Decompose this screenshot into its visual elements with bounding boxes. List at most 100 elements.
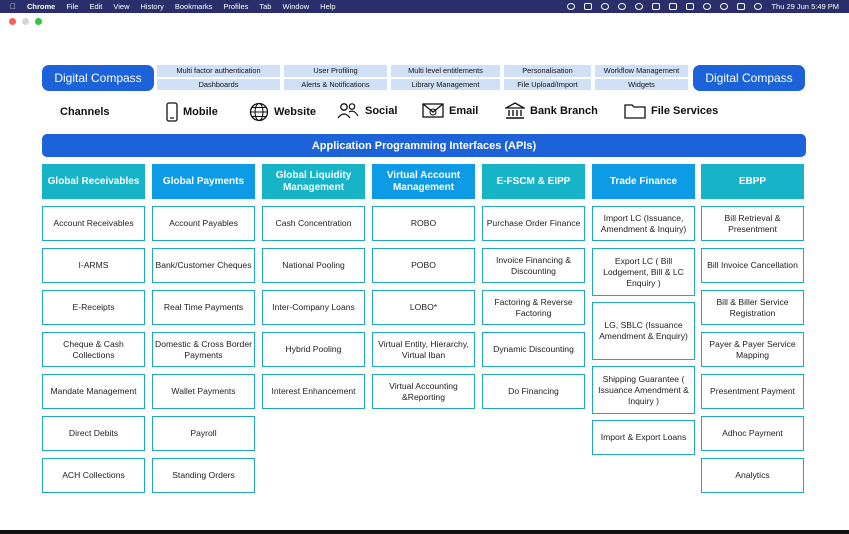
module-box: Domestic & Cross Border Payments [152, 332, 255, 367]
control-center-icon[interactable] [737, 3, 746, 10]
module-box: LOBO* [372, 290, 475, 325]
column-global-liquidity-management: Global Liquidity Management Cash Concent… [262, 164, 365, 409]
window-controls [9, 18, 42, 25]
column-header: Global Receivables [42, 164, 145, 199]
module-box: Mandate Management [42, 374, 145, 409]
people-icon [337, 103, 359, 119]
column-header: EBPP [701, 164, 804, 199]
column-header: Trade Finance [592, 164, 695, 199]
menu-file[interactable]: File [66, 2, 78, 11]
module-box: Bill & Biller Service Registration [701, 290, 804, 325]
bank-icon [505, 102, 525, 119]
module-box: Shipping Guarantee ( Issuance Amendment … [592, 366, 695, 414]
feature-chip: Widgets [595, 78, 688, 90]
menu-view[interactable]: View [113, 2, 129, 11]
module-box: Factoring & Reverse Factoring [482, 290, 585, 325]
status-icon[interactable] [618, 3, 627, 10]
folder-icon [624, 104, 646, 119]
module-box: Virtual Entity, Hierarchy, Virtual Iban [372, 332, 475, 367]
menu-window[interactable]: Window [282, 2, 309, 11]
channel-file-services: File Services [624, 102, 718, 119]
channel-label: Social [365, 105, 398, 117]
channel-label: File Services [651, 104, 719, 117]
api-bar: Application Programming Interfaces (APIs… [42, 134, 806, 157]
feature-grid: Multi factor authentication User Profili… [157, 65, 688, 90]
module-box: Interest Enhancement [262, 374, 365, 409]
channel-social: Social [336, 102, 397, 120]
close-window-button[interactable] [9, 18, 16, 25]
module-box: Direct Debits [42, 416, 145, 451]
module-box: ACH Collections [42, 458, 145, 493]
module-box: Adhoc Payment [701, 416, 804, 451]
battery-icon[interactable] [686, 3, 695, 10]
module-box: Import LC (Issuance, Amendment & Inquiry… [592, 206, 695, 241]
play-icon[interactable] [635, 3, 644, 10]
module-box: Import & Export Loans [592, 420, 695, 455]
channel-email: Email [422, 102, 478, 119]
module-box: Inter-Company Loans [262, 290, 365, 325]
macos-menu-bar:  Chrome File Edit View History Bookmark… [0, 0, 849, 13]
mobile-icon [166, 102, 178, 122]
menu-profiles[interactable]: Profiles [223, 2, 248, 11]
channel-label: Email [449, 104, 479, 117]
siri-icon[interactable] [754, 3, 763, 10]
column-trade-finance: Trade Finance Import LC (Issuance, Amend… [592, 164, 695, 455]
menu-edit[interactable]: Edit [89, 2, 102, 11]
channel-website: Website [249, 102, 316, 122]
cloud-icon[interactable] [601, 3, 610, 10]
menu-tab[interactable]: Tab [259, 2, 271, 11]
feature-chip: Multi factor authentication [157, 65, 280, 77]
module-box: Account Receivables [42, 206, 145, 241]
apple-icon[interactable]:  [10, 2, 16, 11]
module-box: Purchase Order Finance [482, 206, 585, 241]
column-ebpp: EBPP Bill Retrieval & Presentment Bill I… [701, 164, 804, 493]
module-box: Payroll [152, 416, 255, 451]
module-box: Hybrid Pooling [262, 332, 365, 367]
channels-row: Channels Mobile Website Social Email Ban… [42, 100, 806, 126]
feature-chip: Multi level entitlements [391, 65, 500, 77]
module-box: Account Payables [152, 206, 255, 241]
menu-history[interactable]: History [141, 2, 164, 11]
module-box: Standing Orders [152, 458, 255, 493]
menu-app-name[interactable]: Chrome [27, 2, 55, 11]
feature-chip: Workflow Management [595, 65, 688, 77]
status-icon[interactable] [584, 3, 593, 10]
menu-help[interactable]: Help [320, 2, 335, 11]
module-box: National Pooling [262, 248, 365, 283]
menu-bookmarks[interactable]: Bookmarks [175, 2, 213, 11]
feature-chip: Dashboards [157, 78, 280, 90]
module-box: E-Receipts [42, 290, 145, 325]
feature-chip: Personalisation [504, 65, 591, 77]
column-header: Global Liquidity Management [262, 164, 365, 199]
module-box: POBO [372, 248, 475, 283]
search-icon[interactable] [720, 3, 729, 10]
menu-clock[interactable]: Thu 29 Jun 5:49 PM [771, 2, 839, 11]
feature-chip: Alerts & Notifications [284, 78, 387, 90]
module-box: Wallet Payments [152, 374, 255, 409]
column-global-receivables: Global Receivables Account Receivables I… [42, 164, 145, 493]
screen-bottom-edge [0, 530, 849, 534]
channel-mobile: Mobile [166, 102, 218, 122]
channel-label: Website [274, 106, 316, 118]
feature-chip: File Upload/Import [504, 78, 591, 90]
bluetooth-icon[interactable] [669, 3, 678, 10]
wifi-icon[interactable] [703, 3, 712, 10]
module-box: I-ARMS [42, 248, 145, 283]
module-box: Bill Invoice Cancellation [701, 248, 804, 283]
module-box: Do Financing [482, 374, 585, 409]
zoom-window-button[interactable] [35, 18, 42, 25]
shield-icon[interactable] [652, 3, 661, 10]
minimize-window-button[interactable] [22, 18, 29, 25]
status-icon[interactable] [567, 3, 576, 10]
module-box: Cheque & Cash Collections [42, 332, 145, 367]
right-brand-badge: Digital Compass [693, 65, 805, 91]
left-brand-badge: Digital Compass [42, 65, 154, 91]
module-box: Bill Retrieval & Presentment [701, 206, 804, 241]
module-box: Presentment Payment [701, 374, 804, 409]
module-box: Payer & Payer Service Mapping [701, 332, 804, 367]
channel-label: Bank Branch [530, 105, 598, 117]
module-box: Export LC ( Bill Lodgement, Bill & LC En… [592, 248, 695, 296]
column-efscm-eipp: E-FSCM & EIPP Purchase Order Finance Inv… [482, 164, 585, 409]
channels-label: Channels [60, 106, 110, 118]
column-header: E-FSCM & EIPP [482, 164, 585, 199]
